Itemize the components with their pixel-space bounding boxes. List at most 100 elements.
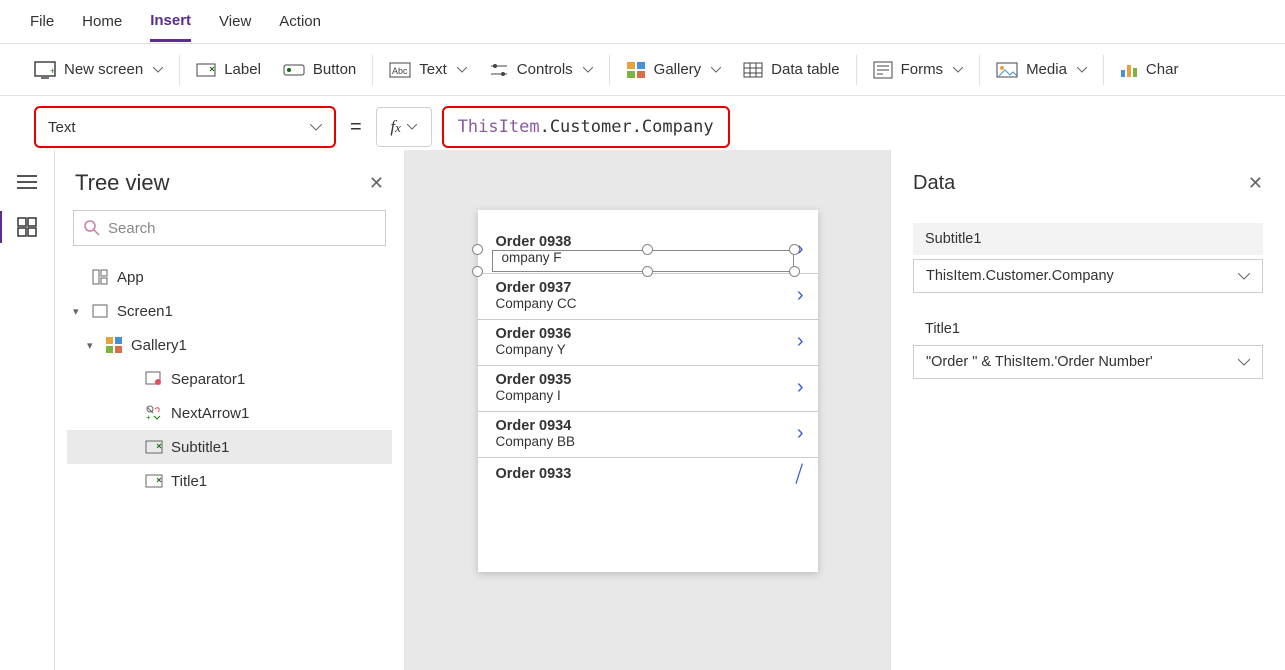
search-icon xyxy=(84,220,100,236)
search-placeholder: Search xyxy=(108,220,156,237)
svg-text:+: + xyxy=(146,413,151,421)
tree-node-title1[interactable]: Title1 xyxy=(67,464,392,498)
chevron-right-icon[interactable]: › xyxy=(797,376,804,399)
controls-icon xyxy=(489,62,509,78)
button-button[interactable]: Button xyxy=(283,61,356,79)
gallery-item-title: Order 0937 xyxy=(496,280,797,296)
tab-file[interactable]: File xyxy=(30,3,54,40)
formula-input[interactable]: ThisItem.Customer.Company xyxy=(442,106,730,148)
chevron-right-icon[interactable]: › xyxy=(797,284,804,307)
gallery-item-subtitle: Company CC xyxy=(496,296,797,311)
field-name-title1: Title1 xyxy=(913,313,1263,341)
tree-node-app[interactable]: App xyxy=(67,260,392,294)
field-value-title1[interactable]: "Order " & ThisItem.'Order Number' xyxy=(913,345,1263,379)
tree-label-title1: Title1 xyxy=(171,473,207,490)
gallery-item-subtitle[interactable]: ompany F xyxy=(496,250,797,265)
gallery-item-title: Order 0936 xyxy=(496,326,797,342)
chevron-down-icon xyxy=(310,124,322,131)
label-icon xyxy=(145,438,163,456)
chevron-down-icon xyxy=(153,67,163,73)
gallery-item-subtitle: Company Y xyxy=(496,342,797,357)
gallery-item-subtitle: Company BB xyxy=(496,434,797,449)
field-value-subtitle1[interactable]: ThisItem.Customer.Company xyxy=(913,259,1263,293)
chevron-down-icon xyxy=(953,67,963,73)
label-label: Label xyxy=(224,61,261,78)
tree-label-screen1: Screen1 xyxy=(117,303,173,320)
table-icon xyxy=(743,62,763,78)
app-icon xyxy=(91,268,109,286)
tab-action[interactable]: Action xyxy=(279,3,321,40)
label-icon xyxy=(196,61,216,79)
datatable-button[interactable]: Data table xyxy=(743,61,839,78)
label-icon xyxy=(145,472,163,490)
tree-label-nextarrow1: NextArrow1 xyxy=(171,405,249,422)
menu-bar: File Home Insert View Action xyxy=(0,0,1285,44)
tab-home[interactable]: Home xyxy=(82,3,122,40)
canvas[interactable]: Order 0938 ompany F › Order 0937 Company… xyxy=(405,150,890,670)
tree-view-icon[interactable] xyxy=(17,217,37,240)
resize-handle[interactable] xyxy=(472,244,483,255)
gallery-item[interactable]: Order 0935 Company I › xyxy=(478,366,818,412)
tab-insert[interactable]: Insert xyxy=(150,2,191,42)
resize-handle[interactable] xyxy=(472,266,483,277)
nextarrow-icon: + xyxy=(145,404,163,422)
gallery-item-selected[interactable]: Order 0938 ompany F › xyxy=(478,228,818,274)
gallery-label: Gallery xyxy=(654,61,702,78)
field-value-text: "Order " & ThisItem.'Order Number' xyxy=(926,354,1153,370)
tab-view[interactable]: View xyxy=(219,3,251,40)
gallery-item[interactable]: Order 0934 Company BB › xyxy=(478,412,818,458)
fx-label: fx xyxy=(390,117,401,137)
resize-handle[interactable] xyxy=(789,266,800,277)
tree-label-subtitle1: Subtitle1 xyxy=(171,439,229,456)
main-area: Tree view ✕ Search App ▾ Screen1 ▾ Galle… xyxy=(0,150,1285,670)
close-icon[interactable]: ✕ xyxy=(369,173,384,194)
tree-search-input[interactable]: Search xyxy=(73,210,386,246)
tree-node-subtitle1[interactable]: Subtitle1 xyxy=(67,430,392,464)
gallery-item-title: Order 0935 xyxy=(496,372,797,388)
label-button[interactable]: Label xyxy=(196,61,261,79)
gallery-icon xyxy=(105,336,123,354)
gallery-item-title: Order 0933 xyxy=(496,466,794,482)
tree-node-nextarrow1[interactable]: + NextArrow1 xyxy=(67,396,392,430)
hamburger-icon[interactable] xyxy=(17,174,37,193)
app-preview[interactable]: Order 0938 ompany F › Order 0937 Company… xyxy=(478,210,818,572)
controls-menu[interactable]: Controls xyxy=(489,61,593,78)
property-dropdown[interactable]: Text xyxy=(34,106,336,148)
close-icon[interactable]: ✕ xyxy=(1248,173,1263,194)
gallery-menu[interactable]: Gallery xyxy=(626,61,722,79)
chevron-right-icon[interactable]: › xyxy=(797,330,804,353)
svg-text:Abc: Abc xyxy=(392,66,408,76)
button-icon xyxy=(283,61,305,79)
resize-handle[interactable] xyxy=(642,266,653,277)
chevron-down-icon xyxy=(1238,273,1250,280)
tree-view-panel: Tree view ✕ Search App ▾ Screen1 ▾ Galle… xyxy=(55,150,405,670)
tree-node-separator1[interactable]: Separator1 xyxy=(67,362,392,396)
forms-icon xyxy=(873,61,893,79)
forms-menu[interactable]: Forms xyxy=(873,61,964,79)
gallery-item-subtitle: Company I xyxy=(496,388,797,403)
gallery-item[interactable]: Order 0936 Company Y › xyxy=(478,320,818,366)
formula-bar: Text = fx ThisItem.Customer.Company xyxy=(0,96,1285,158)
new-screen-button[interactable]: + New screen xyxy=(34,61,163,79)
tree-label-gallery1: Gallery1 xyxy=(131,337,187,354)
tree-node-gallery1[interactable]: ▾ Gallery1 xyxy=(67,328,392,362)
text-label: Text xyxy=(419,61,447,78)
gallery-item-title: Order 0934 xyxy=(496,418,797,434)
charts-menu[interactable]: Char xyxy=(1120,61,1179,78)
controls-label: Controls xyxy=(517,61,573,78)
screen-icon xyxy=(91,302,109,320)
chevron-right-icon[interactable]: › xyxy=(797,422,804,445)
gallery-item[interactable]: Order 0933 ╲ xyxy=(478,458,818,492)
chevron-down-icon xyxy=(1077,67,1087,73)
text-menu[interactable]: Abc Text xyxy=(389,61,467,78)
tree-node-screen1[interactable]: ▾ Screen1 xyxy=(67,294,392,328)
tree-label-separator1: Separator1 xyxy=(171,371,245,388)
chevron-down-icon xyxy=(711,67,721,73)
field-name-subtitle1: Subtitle1 xyxy=(913,223,1263,255)
equals-sign: = xyxy=(350,116,362,139)
property-value: Text xyxy=(48,119,76,136)
gallery-item-title: Order 0938 xyxy=(496,234,797,250)
media-menu[interactable]: Media xyxy=(996,61,1087,78)
fx-button[interactable]: fx xyxy=(376,107,432,147)
gallery-item[interactable]: Order 0937 Company CC › xyxy=(478,274,818,320)
